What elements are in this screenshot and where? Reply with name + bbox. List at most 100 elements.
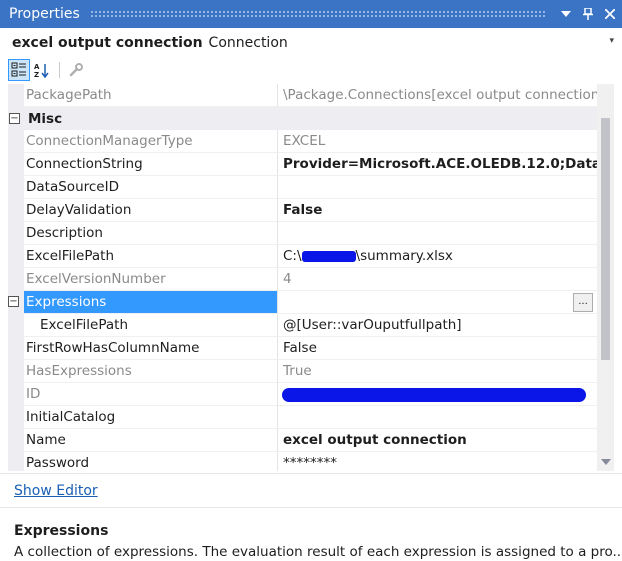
property-name: ConnectionString <box>24 153 277 176</box>
window-position-dropdown-button[interactable] <box>556 4 576 24</box>
property-value[interactable]: excel output connection <box>277 429 597 452</box>
alphabetical-button[interactable]: A Z <box>31 59 53 81</box>
property-row-excelfilepath[interactable]: ExcelFilePath C:\ \summary.xlsx <box>8 245 597 268</box>
category-name: Misc <box>28 110 63 127</box>
row-gutter <box>8 429 24 452</box>
row-gutter <box>8 314 24 337</box>
property-value[interactable]: True <box>277 360 597 383</box>
description-pane: Expressions A collection of expressions.… <box>0 507 622 561</box>
property-grid: PackagePath \Package.Connections[excel o… <box>8 84 597 471</box>
property-value[interactable]: False <box>277 199 597 222</box>
chevron-down-icon <box>561 10 571 17</box>
property-name: ExcelFilePath <box>24 245 277 268</box>
property-value[interactable]: @[User::varOuputfullpath] <box>277 314 597 337</box>
row-gutter <box>8 84 24 107</box>
properties-toolbar: A Z <box>0 56 622 84</box>
chevron-down-icon[interactable]: ▾ <box>609 36 614 46</box>
grid-scrollbar[interactable] <box>597 84 614 471</box>
wrench-icon <box>69 63 83 77</box>
row-gutter <box>8 452 24 471</box>
property-name: Description <box>24 222 277 245</box>
collapse-icon[interactable]: − <box>8 296 19 307</box>
property-value[interactable]: False <box>277 337 597 360</box>
alphabetical-icon: A Z <box>34 63 49 78</box>
scroll-down-icon[interactable] <box>601 459 611 465</box>
property-row-excelversionnumber[interactable]: ExcelVersionNumber 4 <box>8 268 597 291</box>
property-row-hasexpressions[interactable]: HasExpressions True <box>8 360 597 383</box>
property-value[interactable] <box>277 176 597 199</box>
close-button[interactable] <box>600 4 620 24</box>
property-row-name[interactable]: Name excel output connection <box>8 429 597 452</box>
ellipsis-button[interactable]: ... <box>573 293 593 312</box>
row-gutter <box>8 360 24 383</box>
row-gutter <box>8 337 24 360</box>
description-text: A collection of expressions. The evaluat… <box>14 544 622 560</box>
object-name: excel output connection <box>12 35 203 51</box>
property-row-datasourceid[interactable]: DataSourceID <box>8 176 597 199</box>
path-suffix: \summary.xlsx <box>355 248 453 264</box>
property-value[interactable]: C:\ \summary.xlsx <box>277 245 597 268</box>
property-name: FirstRowHasColumnName <box>24 337 277 360</box>
collapse-icon[interactable]: − <box>9 113 20 124</box>
description-title: Expressions <box>14 523 109 539</box>
property-row-description[interactable]: Description <box>8 222 597 245</box>
row-gutter <box>8 268 24 291</box>
path-prefix: C:\ <box>283 248 302 264</box>
property-row-initialcatalog[interactable]: InitialCatalog <box>8 406 597 429</box>
property-row-password[interactable]: Password ******** <box>8 452 597 471</box>
redacted-value <box>282 388 586 402</box>
pin-button[interactable] <box>578 4 598 24</box>
property-value[interactable]: \Package.Connections[excel output connec… <box>277 84 597 107</box>
property-value[interactable]: ... <box>277 291 597 314</box>
row-gutter <box>8 406 24 429</box>
property-name: Expressions <box>24 291 277 314</box>
svg-text:A: A <box>34 63 40 71</box>
property-value[interactable] <box>277 383 597 406</box>
close-icon <box>605 9 615 19</box>
scrollbar-thumb[interactable] <box>601 118 610 360</box>
property-value[interactable]: EXCEL <box>277 130 597 153</box>
property-row-connectionmanagertype[interactable]: ConnectionManagerType EXCEL <box>8 130 597 153</box>
property-name: Password <box>24 452 277 471</box>
property-value[interactable]: Provider=Microsoft.ACE.OLEDB.12.0;Data S… <box>277 153 597 176</box>
property-value[interactable]: 4 <box>277 268 597 291</box>
title-bar: Properties <box>0 0 622 28</box>
row-gutter <box>8 222 24 245</box>
row-gutter <box>8 153 24 176</box>
title-grip[interactable] <box>89 10 546 18</box>
pin-icon <box>583 8 593 20</box>
window-title: Properties <box>9 6 80 22</box>
property-name: DataSourceID <box>24 176 277 199</box>
show-editor-link[interactable]: Show Editor <box>14 483 98 499</box>
categorized-icon <box>11 62 26 77</box>
property-name: HasExpressions <box>24 360 277 383</box>
object-selector[interactable]: excel output connection Connection ▾ <box>0 30 622 56</box>
property-row-connectionstring[interactable]: ConnectionString Provider=Microsoft.ACE.… <box>8 153 597 176</box>
property-row-id[interactable]: ID <box>8 383 597 406</box>
svg-text:Z: Z <box>34 71 39 78</box>
categorized-button[interactable] <box>8 59 30 81</box>
property-name: ConnectionManagerType <box>24 130 277 153</box>
property-name: ExcelVersionNumber <box>24 268 277 291</box>
property-name: ID <box>24 383 277 406</box>
category-row-misc[interactable]: − Misc <box>8 107 597 130</box>
row-gutter <box>8 383 24 406</box>
property-name: InitialCatalog <box>24 406 277 429</box>
property-row-packagepath[interactable]: PackagePath \Package.Connections[excel o… <box>8 84 597 107</box>
row-gutter <box>8 130 24 153</box>
object-type: Connection <box>208 35 288 51</box>
property-row-delayvalidation[interactable]: DelayValidation False <box>8 199 597 222</box>
property-row-expressions-excelfilepath[interactable]: ExcelFilePath @[User::varOuputfullpath] <box>8 314 597 337</box>
row-gutter: − <box>8 291 24 314</box>
property-name: Name <box>24 429 277 452</box>
row-gutter <box>8 245 24 268</box>
property-name: PackagePath <box>24 84 277 107</box>
property-pages-button[interactable] <box>65 59 87 81</box>
row-gutter <box>8 199 24 222</box>
property-value[interactable]: ******** <box>277 452 597 471</box>
property-value[interactable] <box>277 222 597 245</box>
property-row-expressions[interactable]: − Expressions ... <box>8 291 597 314</box>
property-row-firstrowhascolumnname[interactable]: FirstRowHasColumnName False <box>8 337 597 360</box>
property-value[interactable] <box>277 406 597 429</box>
row-gutter: − <box>8 107 24 130</box>
